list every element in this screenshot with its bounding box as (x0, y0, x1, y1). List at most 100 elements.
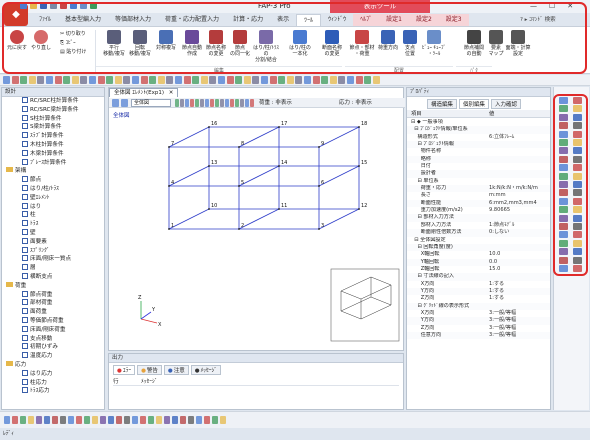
bottom-tool-icon[interactable] (44, 416, 50, 424)
toolbar-tool-icon[interactable] (261, 76, 268, 84)
toolbar-tool-icon[interactable] (132, 76, 139, 84)
checkbox-icon[interactable] (22, 105, 28, 112)
node-point[interactable] (318, 228, 320, 230)
toolbar-tool-icon[interactable] (243, 76, 251, 84)
bottom-tool-icon[interactable] (196, 416, 202, 424)
toolbar-tool-icon[interactable] (218, 76, 225, 84)
property-row[interactable]: 部材入力方法 1:節点ﾓﾃﾞﾙ (407, 222, 550, 229)
tree-folder[interactable]: 応力 (2, 360, 104, 370)
tree-item[interactable]: 支点移動 (2, 334, 104, 344)
node-label[interactable]: 16 (211, 121, 217, 127)
tree-item[interactable]: 節点荷重 (2, 290, 104, 300)
property-value[interactable]: 0:しない (489, 229, 509, 236)
frame-member[interactable] (238, 165, 280, 187)
toolbar-tool-icon[interactable] (157, 76, 165, 84)
frame-member[interactable] (318, 126, 360, 148)
bottom-tool-icon[interactable] (212, 416, 218, 424)
property-row[interactable]: ⊟ ﾌﾟﾛｼﾞｪｸﾄ情報/単位系 (407, 126, 550, 134)
bottom-tool-icon[interactable] (132, 416, 138, 424)
checkbox-icon[interactable] (22, 123, 28, 130)
property-value[interactable]: 3:一般/等幅 (489, 332, 516, 339)
checkbox-icon[interactable] (22, 387, 28, 394)
tree-item[interactable]: 節点 (2, 176, 104, 185)
property-value[interactable]: 3:一般/等幅 (489, 325, 516, 332)
checkbox-icon[interactable] (22, 255, 28, 262)
bottom-tool-icon[interactable] (12, 416, 18, 424)
property-value[interactable]: 15.0 (489, 266, 500, 273)
bottom-tool-icon[interactable] (204, 416, 210, 424)
tree-item[interactable]: 面荷重 (2, 308, 104, 317)
property-row[interactable]: ⊟ ◆ 一般事項 (407, 119, 550, 126)
toolbar-tool-icon[interactable] (175, 76, 182, 84)
bottom-tool-icon[interactable] (84, 416, 90, 424)
node-point[interactable] (238, 228, 240, 230)
checkbox-icon[interactable] (22, 352, 28, 359)
bottom-tool-icon[interactable] (28, 416, 34, 424)
toolbar-tool-icon[interactable] (364, 76, 372, 84)
tree-item[interactable]: 面要素 (2, 237, 104, 247)
node-point[interactable] (168, 185, 170, 187)
checkbox-icon[interactable] (22, 176, 28, 183)
property-value[interactable]: 1k:N/k:N・m/k:N/m (489, 185, 538, 192)
node-label[interactable]: 2 (241, 223, 244, 229)
bottom-tool-icon[interactable] (100, 416, 106, 424)
bottom-tool-icon[interactable] (4, 416, 10, 424)
tree-item[interactable]: 床面/剛床荷重 (2, 325, 104, 335)
bottom-tool-icon[interactable] (140, 416, 146, 424)
property-row[interactable]: 日付 (407, 163, 550, 170)
checkbox-icon[interactable] (22, 246, 28, 253)
property-row[interactable]: ⊟ 単位系 (407, 178, 550, 185)
bottom-tool-icon[interactable] (180, 416, 186, 424)
tree-item[interactable]: ｽﾌﾟﾘﾝｸﾞ (2, 246, 104, 256)
node-label[interactable]: 1 (171, 223, 174, 229)
node-point[interactable] (238, 146, 240, 148)
property-row[interactable]: X方向 1:する (407, 281, 550, 288)
tree-item[interactable]: S梁計算条件 (2, 123, 104, 132)
checkbox-icon[interactable] (22, 211, 28, 218)
tree-item[interactable]: ﾄﾗｽ (2, 220, 104, 229)
toolbar-tool-icon[interactable] (71, 76, 79, 84)
bottom-tool-icon[interactable] (220, 416, 226, 424)
toolbar-tool-icon[interactable] (114, 76, 122, 84)
mini-map[interactable] (330, 268, 400, 342)
toolbar-tool-icon[interactable] (3, 76, 10, 84)
tree-item[interactable]: はり応力 (2, 369, 104, 379)
toolbar-tool-icon[interactable] (183, 76, 191, 84)
node-point[interactable] (318, 146, 320, 148)
property-row[interactable]: 重力加速度(m/s2) 9.80665 (407, 207, 550, 214)
view-tab[interactable]: 全体図 ｴﾚﾒﾝﾄ(Exp1) ✕ (109, 88, 179, 97)
view-tool-icon[interactable] (245, 99, 249, 107)
toolbar-tool-icon[interactable] (80, 76, 88, 84)
property-value[interactable]: 1:する (489, 281, 504, 288)
checkbox-icon[interactable] (22, 132, 28, 139)
toolbar-tool-icon[interactable] (106, 76, 114, 84)
node-label[interactable]: 6 (321, 180, 324, 186)
property-row[interactable]: ⊟ 部材入力方法 (407, 214, 550, 222)
bottom-tool-icon[interactable] (172, 416, 178, 424)
property-row[interactable]: Y軸回転 0.0 (407, 258, 550, 266)
node-label[interactable]: 8 (241, 141, 244, 147)
bottom-tool-icon[interactable] (60, 416, 66, 424)
tree-item[interactable]: はり (2, 202, 104, 212)
bottom-tool-icon[interactable] (92, 416, 98, 424)
node-point[interactable] (318, 185, 320, 187)
checkbox-icon[interactable] (22, 378, 28, 385)
property-value[interactable]: 10.0 (489, 251, 500, 258)
checkbox-icon[interactable] (22, 228, 28, 235)
toolbar-tool-icon[interactable] (347, 76, 354, 84)
frame-member[interactable] (238, 126, 280, 148)
checkbox-icon[interactable] (22, 149, 28, 156)
property-row[interactable]: X方向 3:一般/等幅 (407, 310, 550, 317)
checkbox-icon[interactable] (22, 369, 28, 376)
bottom-tool-icon[interactable] (188, 416, 194, 424)
node-label[interactable]: 9 (321, 141, 324, 147)
property-row[interactable]: 任意方向 3:一般/等幅 (407, 331, 550, 340)
property-row[interactable]: 断面剛性倍数方法 0:しない (407, 229, 550, 237)
bottom-tool-icon[interactable] (76, 416, 82, 424)
toolbar-tool-icon[interactable] (97, 76, 105, 84)
tree-item[interactable]: 柱 (2, 211, 104, 220)
property-value[interactable]: 3:一般/等幅 (489, 317, 516, 324)
checkbox-icon[interactable] (22, 272, 28, 279)
view-tool-icon[interactable] (112, 99, 119, 107)
toolbar-tool-icon[interactable] (11, 76, 19, 84)
